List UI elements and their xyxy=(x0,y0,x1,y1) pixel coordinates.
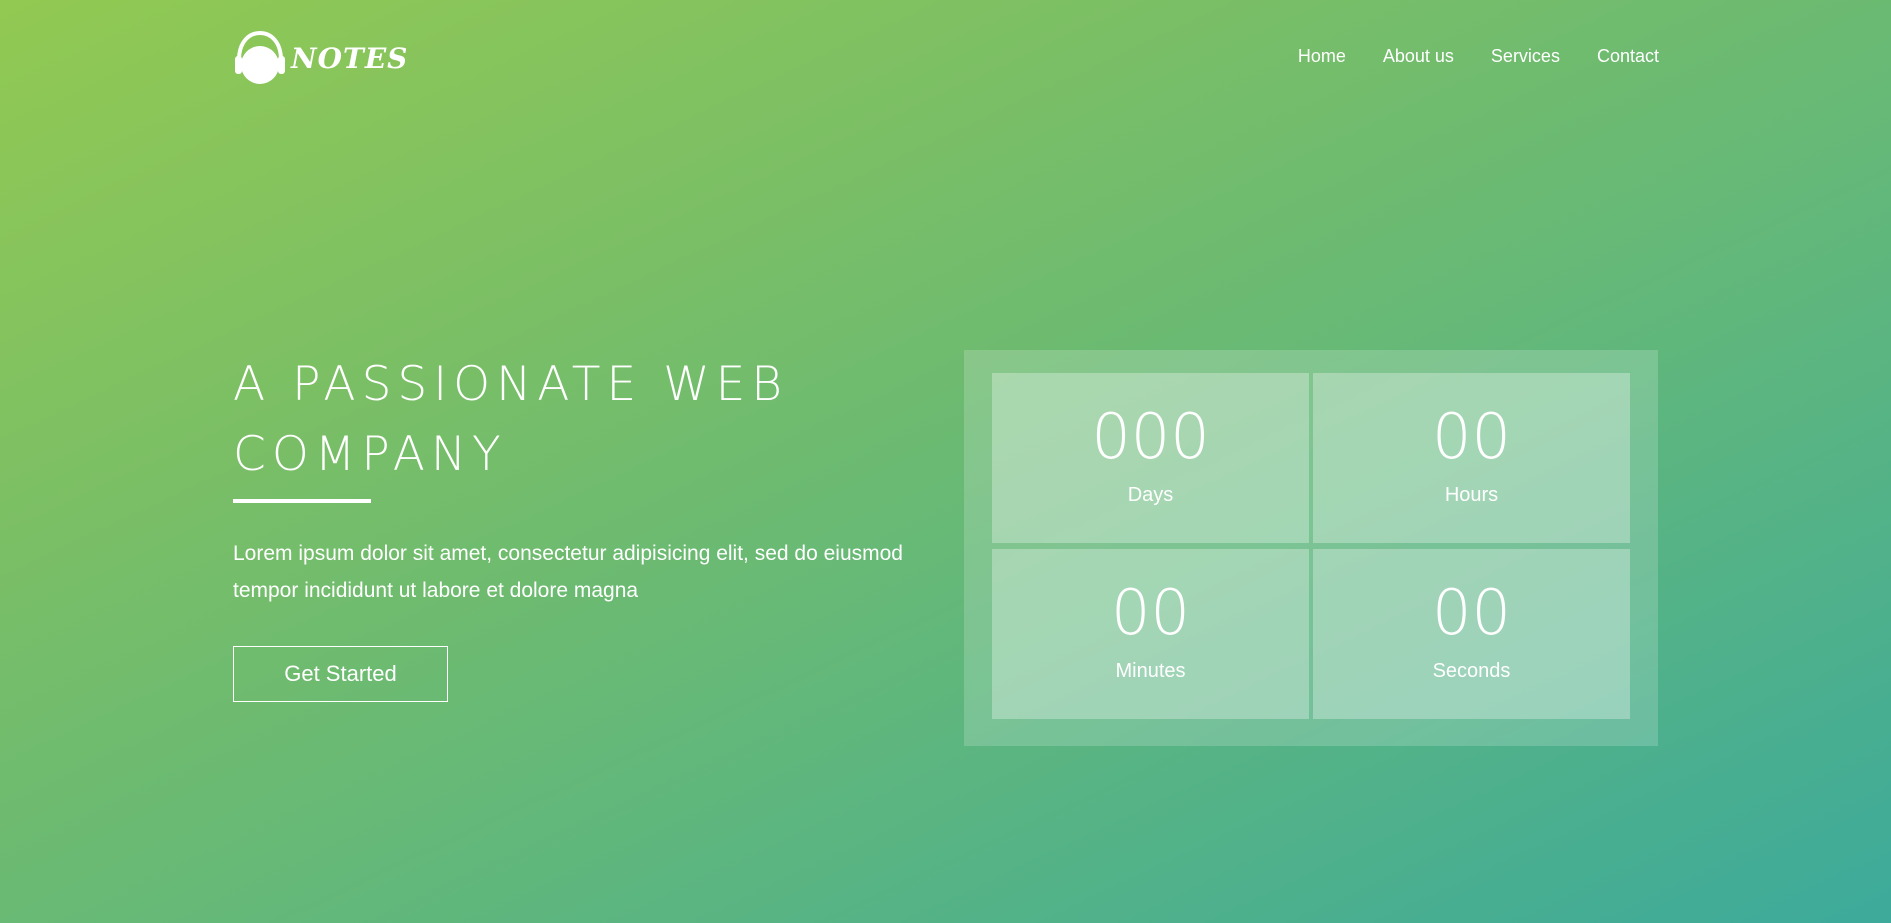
nav-item-home[interactable]: Home xyxy=(1298,46,1346,67)
days-value: 000 xyxy=(1091,400,1210,473)
brand-name: NOTES xyxy=(291,41,409,75)
days-label: Days xyxy=(1127,484,1174,506)
minutes-value: 00 xyxy=(1111,576,1190,649)
title-underline xyxy=(233,499,371,503)
hours-value: 00 xyxy=(1432,400,1511,473)
seconds-value: 00 xyxy=(1432,576,1511,649)
countdown-days: 000 Days xyxy=(992,373,1309,543)
nav-item-about[interactable]: About us xyxy=(1383,46,1454,67)
headphones-icon xyxy=(235,30,285,84)
hero-title: A PASSIONATE WEB COMPANY xyxy=(233,357,789,482)
countdown-panel: 000 Days 00 Hours 00 Minutes 00 Seconds xyxy=(964,350,1658,746)
logo[interactable]: NOTES xyxy=(233,28,408,88)
minutes-label: Minutes xyxy=(1115,660,1186,682)
site-header: NOTES Home About us Services Contact xyxy=(233,28,1659,88)
seconds-label: Seconds xyxy=(1432,660,1511,682)
nav-item-services[interactable]: Services xyxy=(1491,46,1560,67)
countdown-seconds: 00 Seconds xyxy=(1313,549,1630,719)
countdown-hours: 00 Hours xyxy=(1313,373,1630,543)
hours-label: Hours xyxy=(1444,484,1499,506)
main-nav: Home About us Services Contact xyxy=(1261,46,1659,67)
get-started-button[interactable]: Get Started xyxy=(233,646,448,702)
countdown-minutes: 00 Minutes xyxy=(992,549,1309,719)
nav-item-contact[interactable]: Contact xyxy=(1597,46,1659,67)
hero-description: Lorem ipsum dolor sit amet, consectetur … xyxy=(233,542,903,602)
